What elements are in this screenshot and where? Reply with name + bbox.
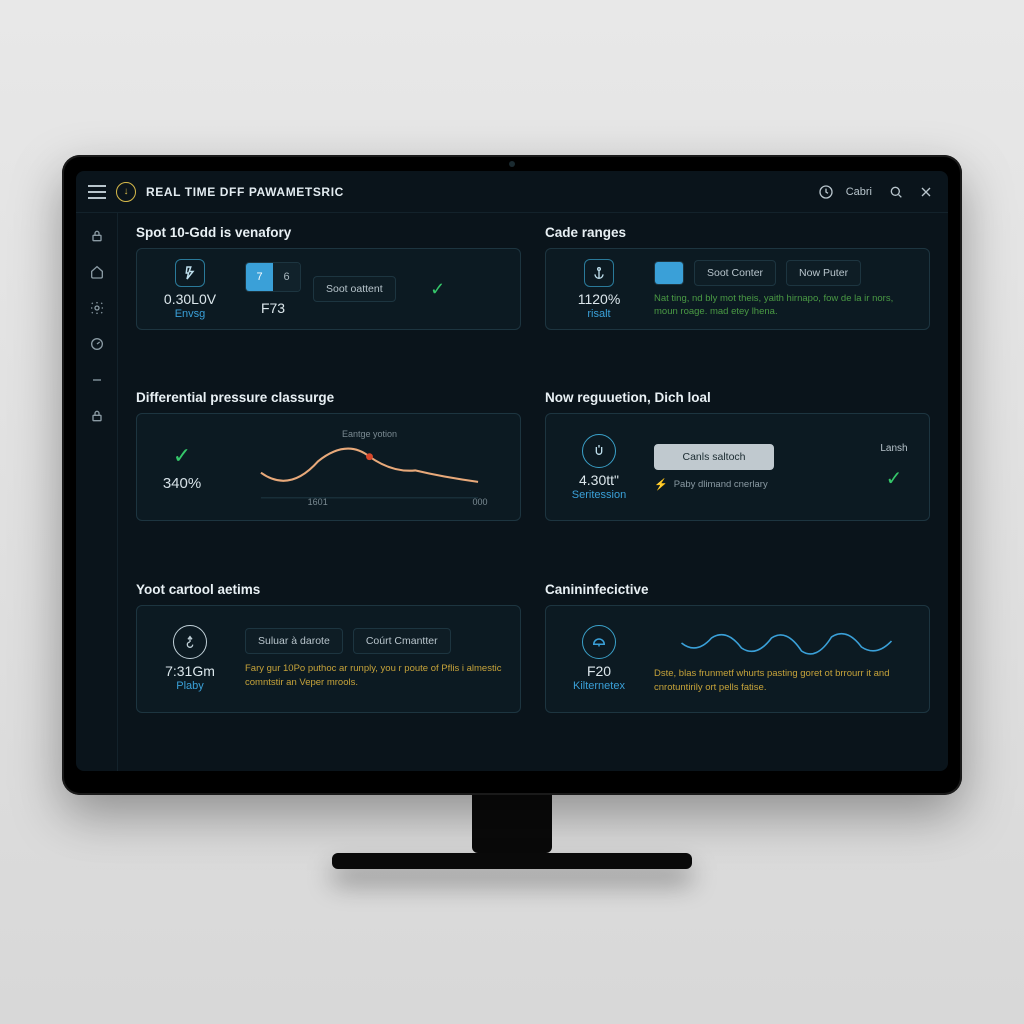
topbar-label: Cabri [846,186,872,198]
monitor-frame: REAL TIME DFF PAWAMETSRIC Cabri [62,155,962,795]
now-mid: Canls saltoch ⚡ Paby dlimand cnerlary [654,444,857,491]
cade-desc: Nat ting, nd bly mot theis, yaith hirnap… [654,292,919,319]
spot-label: Envsg [175,308,206,320]
now-right: Lansh ✓ [869,443,919,491]
can-value: F20 [587,663,611,679]
card-diff: ✓ 340% Eantge yotion 1601 000 [136,413,521,521]
monitor-stand-base [332,853,692,869]
can-right: Dste, blas frunmetf whurts pasting goret… [654,623,919,694]
gear-icon[interactable] [88,299,106,317]
diff-tick-3: 000 [473,497,488,507]
now-label: Seritession [572,489,626,501]
bolt-icon: ⚡ [654,478,668,491]
diff-chart-title: Eantge yotion [342,429,397,439]
now-button[interactable]: Canls saltoch [654,444,774,470]
check-icon: ✓ [173,443,191,469]
energy-icon [175,259,205,287]
section-diff: Differential pressure classurge ✓ 340% E… [136,390,521,567]
diff-stat: ✓ 340% [147,443,217,492]
yoot-value: 7:31Gm [165,663,215,679]
yoot-stat: 7:31Gm Plaby [147,625,233,692]
spot-stat: 0.30L0V Envsg [147,259,233,320]
card-now: 4.30tt" Seritession Canls saltoch ⚡ Paby… [545,413,930,521]
section-can: Canininfecictive F20 Kilternetex [545,582,930,759]
camera-dot [509,161,515,167]
can-desc: Dste, blas frunmetf whurts pasting goret… [654,667,919,694]
section-now: Now reguuetion, Dich loal 4.30tt" Serite… [545,390,930,567]
cade-seg-a[interactable] [655,262,683,284]
check-icon: ✓ [886,466,903,491]
cade-btn-b[interactable]: Now Puter [786,260,861,286]
now-right-label: Lansh [880,443,907,454]
home-icon[interactable] [88,263,106,281]
spot-button[interactable]: Soot oattent [313,276,396,302]
padlock-icon[interactable] [88,407,106,425]
yoot-label: Plaby [176,680,204,692]
section-title-diff: Differential pressure classurge [136,390,521,405]
section-cade: Cade ranges 1120% risalt [545,225,930,376]
minus-icon[interactable] [88,371,106,389]
cade-stat: 1120% risalt [556,259,642,320]
card-yoot: 7:31Gm Plaby Suluar à darote Coúrt Cmant… [136,605,521,713]
cade-btn-a[interactable]: Soot Conter [694,260,776,286]
check-icon: ✓ [430,279,445,300]
spot-check: ✓ [408,279,468,300]
gauge-icon[interactable] [88,335,106,353]
monitor-stand-neck [472,793,552,853]
app-screen: REAL TIME DFF PAWAMETSRIC Cabri [76,171,948,771]
dome-icon [582,625,616,659]
now-stat: 4.30tt" Seritession [556,434,642,501]
search-icon[interactable] [886,182,906,202]
yoot-right: Suluar à darote Coúrt Cmantter Fary gur … [245,628,510,689]
can-stat: F20 Kilternetex [556,625,642,692]
topbar: REAL TIME DFF PAWAMETSRIC Cabri [76,171,948,213]
clock-icon[interactable] [816,182,836,202]
section-yoot: Yoot cartool aetims 7:31Gm Plaby Suluar … [136,582,521,759]
spot-seg-a[interactable]: 7 [246,263,273,291]
cade-right: Soot Conter Now Puter Nat ting, nd bly m… [654,260,919,319]
close-icon[interactable] [916,182,936,202]
section-title-spot: Spot 10-Gdd is venafory [136,225,521,240]
section-title-yoot: Yoot cartool aetims [136,582,521,597]
section-title-cade: Cade ranges [545,225,930,240]
cade-value: 1120% [578,291,621,307]
anchor-icon [584,259,614,287]
diff-value: 340% [163,475,201,492]
spot-code: F73 [261,300,285,316]
card-cade: 1120% risalt Soot Conter Now Puter [545,248,930,330]
hamburger-icon[interactable] [88,185,106,199]
yoot-desc: Fary gur 10Po puthoc ar runply, you r po… [245,662,510,689]
section-title-now: Now reguuetion, Dich loal [545,390,930,405]
spot-segment: 7 6 [245,262,301,292]
diff-chart: Eantge yotion 1601 000 [229,427,510,507]
now-sub: Paby dlimand cnerlary [674,479,768,490]
spot-controls: 7 6 F73 [245,262,301,316]
card-can: F20 Kilternetex Dste, blas frunmetf whur… [545,605,930,713]
diff-chart-svg [229,427,510,507]
app-logo-icon [116,182,136,202]
sidebar [76,213,118,771]
yoot-btn-b[interactable]: Coúrt Cmantter [353,628,451,654]
spot-value: 0.30L0V [164,291,216,307]
diff-tick-1: 1601 [308,497,328,507]
spot-seg-b[interactable]: 6 [273,263,300,291]
card-spot: 0.30L0V Envsg 7 6 F73 Soot oattent [136,248,521,330]
yoot-btn-a[interactable]: Suluar à darote [245,628,343,654]
power-u-icon [582,434,616,468]
section-title-can: Canininfecictive [545,582,930,597]
can-chart-svg [654,623,919,663]
app-title: REAL TIME DFF PAWAMETSRIC [146,185,344,199]
main-grid: Spot 10-Gdd is venafory 0.30L0V Envsg 7 [118,213,948,771]
cade-seg [654,261,684,285]
section-spot: Spot 10-Gdd is venafory 0.30L0V Envsg 7 [136,225,521,376]
now-value: 4.30tt" [579,472,619,488]
lock-icon[interactable] [88,227,106,245]
pointer-icon [173,625,207,659]
cade-label: risalt [587,308,610,320]
can-label: Kilternetex [573,680,625,692]
